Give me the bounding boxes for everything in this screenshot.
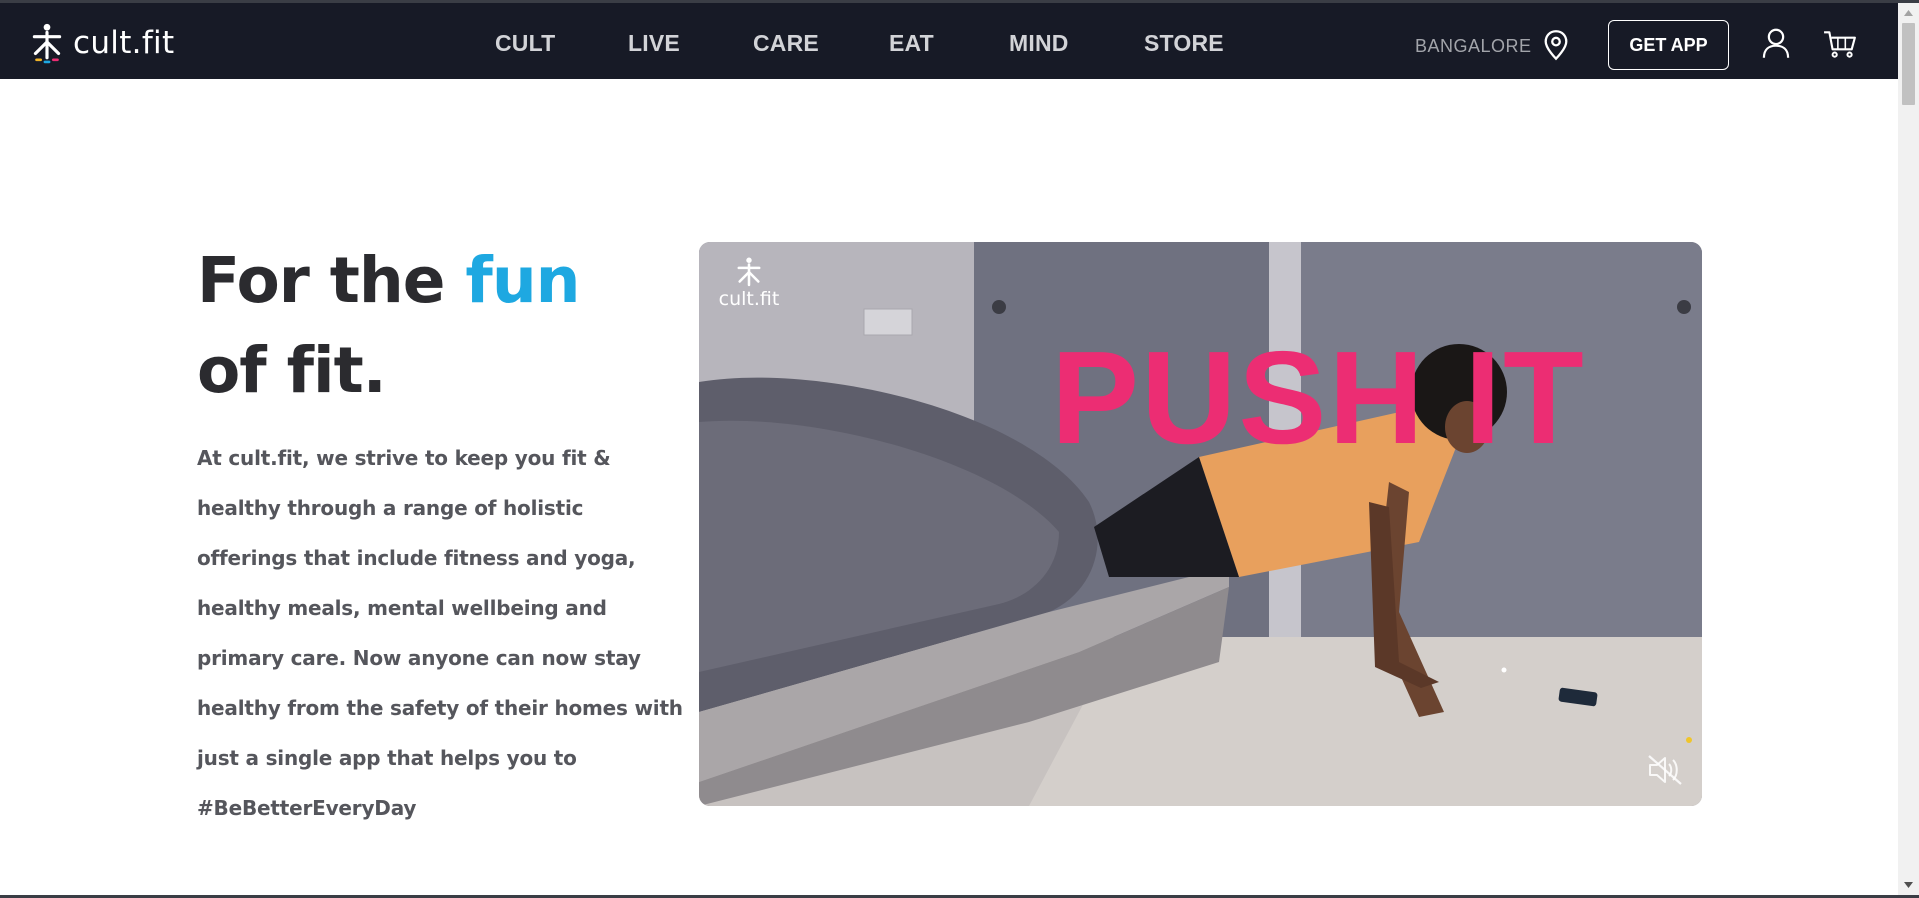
nav-item-care[interactable]: CARE — [753, 30, 819, 57]
brand-logo[interactable]: cult.fit — [26, 23, 175, 64]
video-overlay-text: PUSH IT — [1051, 324, 1586, 471]
hero-description: At cult.fit, we strive to keep you fit &… — [197, 446, 683, 820]
user-icon[interactable] — [1761, 27, 1791, 60]
headline-part-2: of fit. — [197, 334, 387, 407]
headline-accent: fun — [465, 244, 580, 317]
hero-video-player[interactable]: PUSH IT cult.fit — [699, 242, 1702, 806]
nav-item-eat[interactable]: EAT — [889, 30, 934, 57]
video-watermark-logo: cult.fit — [709, 256, 789, 310]
video-logo-text: cult.fit — [718, 288, 780, 310]
hero-headline: For the fun of fit. — [197, 236, 677, 416]
page-scrollbar[interactable] — [1898, 3, 1919, 895]
get-app-button[interactable]: GET APP — [1608, 20, 1729, 70]
brand-name: cult.fit — [73, 25, 175, 61]
top-navigation-bar: cult.fit CULT LIVE CARE EAT MIND STORE B… — [0, 3, 1898, 79]
nav-item-live[interactable]: LIVE — [628, 30, 680, 57]
headline-part-1: For the — [197, 244, 466, 317]
location-pin-icon[interactable] — [1542, 29, 1570, 61]
nav-item-cult[interactable]: CULT — [495, 30, 555, 57]
nav-item-store[interactable]: STORE — [1144, 30, 1224, 57]
nav-item-mind[interactable]: MIND — [1009, 30, 1069, 57]
scroll-up-arrow-icon[interactable] — [1898, 5, 1919, 21]
scrollbar-thumb[interactable] — [1902, 23, 1915, 105]
scroll-down-arrow-icon[interactable] — [1898, 877, 1919, 893]
cult-logo-icon — [32, 23, 62, 64]
mute-icon[interactable] — [1647, 754, 1683, 786]
cart-icon[interactable] — [1823, 29, 1857, 59]
city-selector[interactable]: BANGALORE — [1415, 36, 1532, 57]
video-logo-icon — [737, 257, 761, 287]
